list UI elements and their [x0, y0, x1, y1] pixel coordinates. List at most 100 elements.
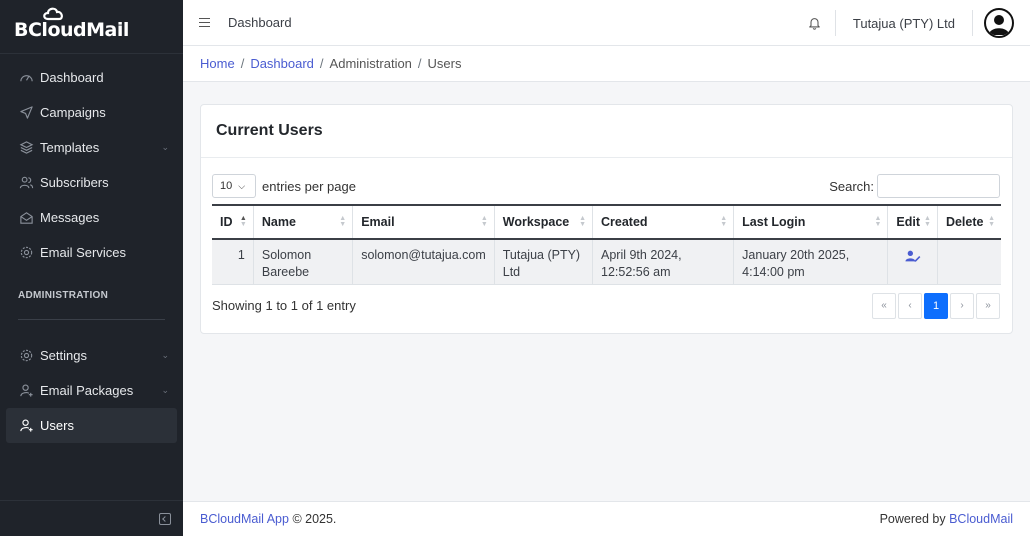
page-prev-button[interactable]: ‹ [898, 292, 922, 319]
breadcrumb-dashboard[interactable]: Dashboard [250, 56, 314, 71]
speedometer-icon [18, 70, 34, 86]
cell-last-login: January 20th 2025, 4:14:00 pm [733, 239, 889, 285]
column-header-email[interactable]: Email ▲ ▼ [352, 204, 495, 240]
search-label: Search: [829, 178, 874, 194]
breadcrumb-separator: / [240, 56, 245, 71]
column-header-workspace[interactable]: Workspace ▲ ▼ [494, 204, 594, 240]
users-icon [18, 175, 34, 191]
column-label: ID [220, 215, 233, 229]
cloud-logo-icon [43, 7, 63, 20]
column-label: Delete [945, 215, 984, 229]
sort-icon: ▲ ▼ [874, 215, 882, 228]
sort-icon: ▲ ▼ [924, 215, 931, 228]
sidebar-item-users[interactable]: Users [6, 408, 177, 443]
search-input[interactable] [877, 174, 1000, 198]
org-name[interactable]: Tutajua (PTY) Ltd [836, 16, 972, 31]
entries-per-page-select[interactable]: 10 ⌵ [212, 174, 256, 198]
chevron-down-icon: ⌄ [161, 350, 169, 360]
users-table: ID ▲ ▼ Name ▲ ▼ Email ▲ ▼ Workspace ▲ ▼ Crea… [212, 204, 1001, 285]
edit-user-icon[interactable] [905, 249, 921, 268]
copyright-text: © 2025. [292, 512, 337, 526]
search-group: Search: [829, 174, 1000, 198]
entries-per-page-label: entries per page [262, 178, 356, 194]
column-header-name[interactable]: Name ▲ ▼ [253, 204, 354, 240]
user-avatar-icon [989, 15, 1009, 35]
sort-icon: ▲ ▼ [720, 215, 728, 228]
sidebar-item-email-packages[interactable]: Email Packages ⌄ [0, 373, 183, 408]
breadcrumb-separator: / [417, 56, 422, 71]
table-controls: 10 ⌵ entries per page Search: [212, 174, 1000, 198]
topbar-title[interactable]: Dashboard [228, 15, 292, 30]
page-1-button[interactable]: 1 [924, 292, 948, 319]
footer-powered-link[interactable]: BCloudMail [949, 512, 1013, 526]
brand[interactable]: BCloudMail [0, 0, 183, 54]
avatar[interactable] [984, 8, 1014, 38]
sidebar-item-dashboard[interactable]: Dashboard [0, 60, 183, 95]
sort-icon: ▲ ▼ [480, 215, 488, 228]
column-label: Workspace [502, 215, 570, 229]
sidebar-item-subscribers[interactable]: Subscribers [0, 165, 183, 200]
brand-logo[interactable]: BCloudMail [14, 7, 129, 41]
sort-icon: ▲ ▼ [988, 215, 995, 228]
sidebar-footer [0, 500, 183, 536]
user-plus-icon [18, 418, 34, 434]
page-last-button[interactable]: » [976, 292, 1000, 319]
column-header-edit[interactable]: Edit ▲ ▼ [887, 204, 938, 240]
cell-email: solomon@tutajua.com [352, 239, 495, 285]
sort-icon: ▲ ▼ [579, 215, 586, 228]
breadcrumb-separator: / [319, 56, 324, 71]
column-label: Edit [896, 215, 921, 229]
header-divider [972, 10, 973, 36]
entries-per-page-value: 10 [220, 180, 233, 192]
footer-copyright: © 2025. [289, 512, 336, 526]
sidebar-admin-nav: Settings ⌄ Email Packages ⌄ Users [0, 338, 183, 443]
column-header-id[interactable]: ID ▲ ▼ [212, 204, 254, 240]
powered-by-text: Powered by [879, 512, 946, 526]
breadcrumb-administration: Administration [329, 56, 412, 71]
column-label: Last Login [742, 215, 806, 229]
footer-powered-by: Powered by BCloudMail [880, 512, 1013, 526]
table-footer: Showing 1 to 1 of 1 entry « ‹ 1 › » [212, 292, 1000, 319]
sidebar-item-label: Templates [40, 140, 100, 155]
sidebar-section-title: ADMINISTRATION [18, 290, 109, 301]
topbar: Dashboard Tutajua (PTY) Ltd [183, 0, 1030, 46]
sidebar-item-label: Email Services [40, 245, 126, 260]
sidebar-item-messages[interactable]: Messages [0, 200, 183, 235]
sidebar-item-label: Dashboard [40, 70, 104, 85]
send-icon [18, 105, 34, 121]
cell-edit [887, 239, 938, 285]
brand-name: BCloudMail [14, 18, 129, 41]
column-header-created[interactable]: Created ▲ ▼ [592, 204, 735, 240]
sidebar-item-label: Email Packages [40, 383, 134, 398]
card-title: Current Users [201, 105, 1012, 158]
menu-toggle-icon[interactable] [199, 18, 210, 27]
envelope-open-icon [18, 210, 34, 226]
sidebar-item-templates[interactable]: Templates ⌄ [0, 130, 183, 165]
page-first-button[interactable]: « [872, 292, 896, 319]
cell-created: April 9th 2024, 12:52:56 am [592, 239, 735, 285]
column-header-last-login[interactable]: Last Login ▲ ▼ [733, 204, 889, 240]
column-label: Email [361, 215, 395, 229]
breadcrumb-home[interactable]: Home [200, 56, 235, 71]
users-card: Current Users 10 ⌵ entries per page Sear… [200, 104, 1013, 334]
layers-icon [18, 140, 34, 156]
chevron-down-icon: ⌵ [238, 180, 246, 191]
table-header-row: ID ▲ ▼ Name ▲ ▼ Email ▲ ▼ Workspace ▲ ▼ Crea… [212, 204, 1001, 240]
sidebar-item-campaigns[interactable]: Campaigns [0, 95, 183, 130]
bell-icon[interactable] [808, 16, 821, 30]
sidebar-item-email-services[interactable]: Email Services [0, 235, 183, 270]
sort-ascending-icon: ▲ ▼ [239, 215, 247, 228]
sidebar-item-label: Campaigns [40, 105, 106, 120]
chevron-down-icon: ⌄ [161, 385, 169, 395]
sidebar-collapse-icon[interactable] [159, 512, 171, 525]
table-info: Showing 1 to 1 of 1 entry [212, 298, 356, 313]
sidebar-item-label: Users [40, 418, 74, 433]
sidebar-nav: Dashboard Campaigns Templates ⌄ Subscrib… [0, 54, 183, 270]
column-header-delete[interactable]: Delete ▲ ▼ [937, 204, 1001, 240]
sidebar-item-label: Messages [40, 210, 100, 225]
table-row: 1 Solomon Bareebe solomon@tutajua.com Tu… [212, 239, 1001, 285]
sidebar-item-settings[interactable]: Settings ⌄ [0, 338, 183, 373]
gear-icon [18, 245, 34, 261]
footer-app-link[interactable]: BCloudMail App [200, 512, 289, 526]
page-next-button[interactable]: › [950, 292, 974, 319]
